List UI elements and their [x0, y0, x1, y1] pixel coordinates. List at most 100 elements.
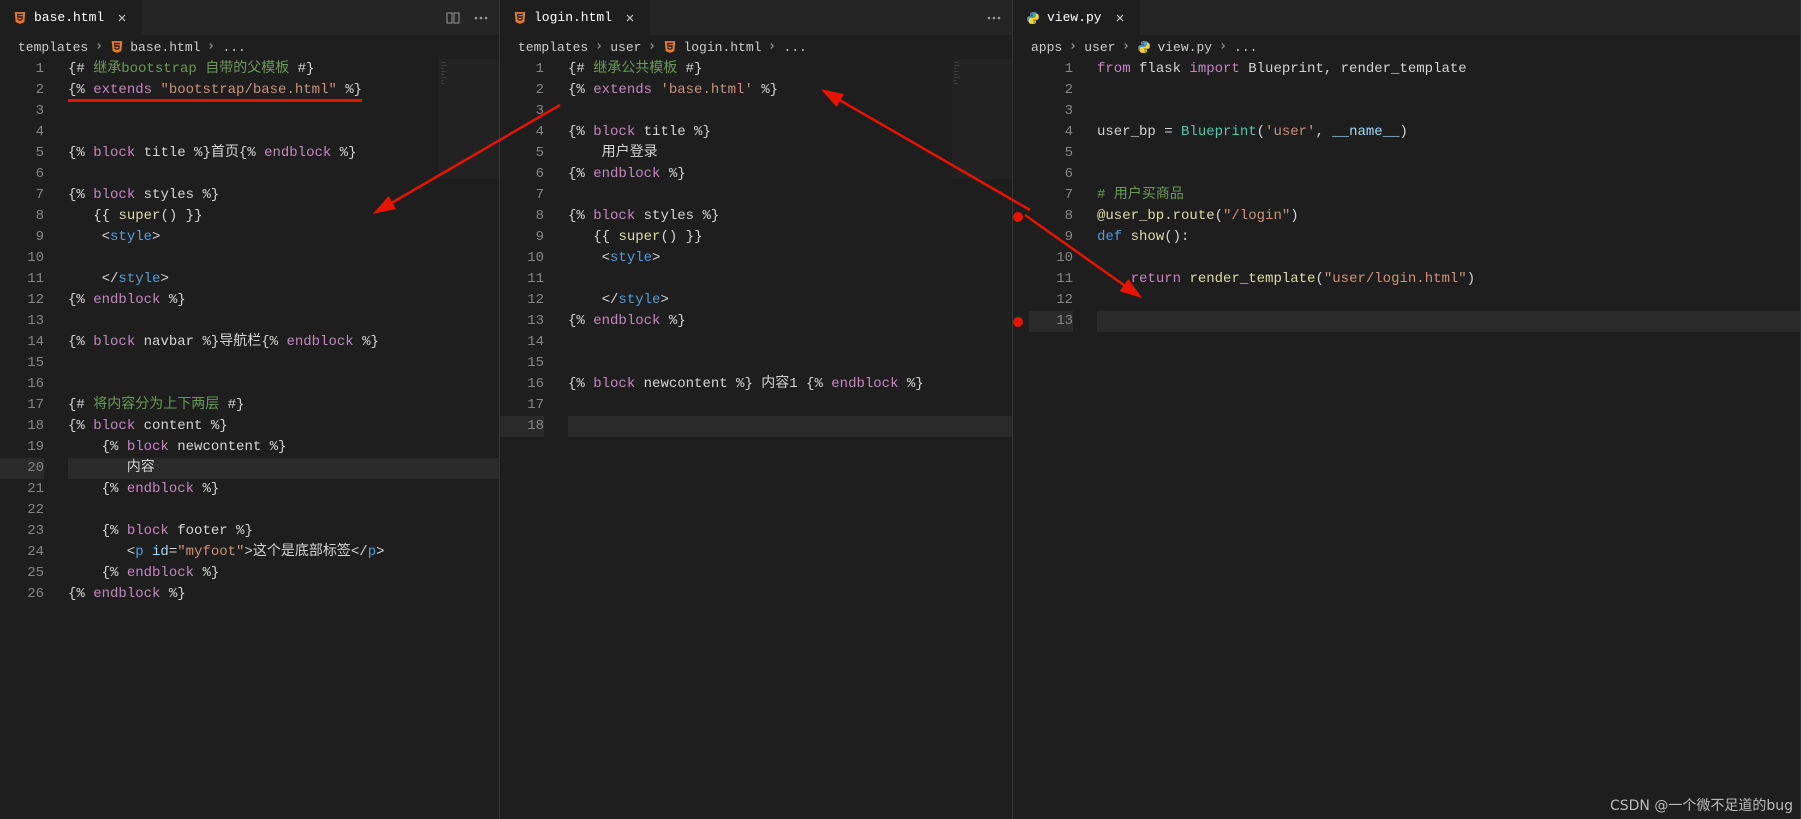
code-line[interactable] [568, 353, 1012, 374]
code-editor[interactable]: 12345678910111213from flask import Bluep… [1013, 59, 1800, 819]
code-line[interactable] [568, 185, 1012, 206]
breadcrumb-item[interactable]: login.html [683, 40, 761, 55]
code-line[interactable]: {% block footer %} [68, 521, 499, 542]
token: newcontent %} 内容1 {% [635, 376, 831, 392]
code-line[interactable]: {# 将内容分为上下两层 #} [68, 395, 499, 416]
breadcrumb-item[interactable]: templates [518, 40, 588, 55]
code-line[interactable]: {% block newcontent %} [68, 437, 499, 458]
code-content[interactable]: {# 继承公共模板 #}{% extends 'base.html' %} {% … [564, 59, 1012, 819]
code-line[interactable]: <p id="myfoot">这个是底部标签</p> [68, 542, 499, 563]
split-icon[interactable] [445, 10, 461, 26]
code-line[interactable]: {# 继承bootstrap 自带的父模板 #} [68, 59, 499, 80]
code-line[interactable]: {% block styles %} [568, 206, 1012, 227]
code-line[interactable]: {% block title %}首页{% endblock %} [68, 143, 499, 164]
close-icon[interactable] [114, 10, 130, 26]
code-content[interactable]: {# 继承bootstrap 自带的父模板 #}{% extends "boot… [64, 59, 499, 819]
code-line[interactable]: 内容 [68, 458, 499, 479]
more-icon[interactable] [986, 10, 1002, 26]
code-line[interactable] [1097, 101, 1800, 122]
code-line[interactable] [1097, 80, 1800, 101]
minimap[interactable]: ▬▬▬▬▬▬▬▬▬▬▬▬▬▬▬▬▬▬▬▬▬▬▬▬▬▬▬▬ [952, 59, 1012, 179]
code-line[interactable]: </style> [568, 290, 1012, 311]
tab-view-py[interactable]: view.py [1013, 0, 1141, 35]
code-line[interactable] [1097, 248, 1800, 269]
tab-base-html[interactable]: base.html [0, 0, 143, 35]
code-line[interactable]: {% block newcontent %} 内容1 {% endblock %… [568, 374, 1012, 395]
more-icon[interactable] [473, 10, 489, 26]
close-icon[interactable] [1112, 10, 1128, 26]
code-line[interactable]: {% endblock %} [68, 563, 499, 584]
breadcrumb-item[interactable]: templates [18, 40, 88, 55]
token: styles %} [135, 187, 219, 203]
breakpoint-gutter[interactable] [1013, 59, 1029, 819]
code-line[interactable] [68, 248, 499, 269]
code-line[interactable]: {% extends 'base.html' %} [568, 80, 1012, 101]
code-line[interactable] [568, 395, 1012, 416]
code-line[interactable]: {% extends "bootstrap/base.html" %} [68, 80, 499, 101]
code-line[interactable]: # 用户买商品 [1097, 185, 1800, 206]
breakpoint-dot[interactable] [1013, 317, 1023, 327]
token: {% [68, 187, 93, 203]
code-editor[interactable]: 123456789101112131415161718{# 继承公共模板 #}{… [500, 59, 1012, 819]
code-line[interactable] [68, 500, 499, 521]
code-line[interactable] [568, 101, 1012, 122]
breadcrumb[interactable]: templates base.html... [0, 35, 499, 59]
code-line[interactable]: 用户登录 [568, 143, 1012, 164]
code-line[interactable]: <style> [568, 248, 1012, 269]
code-line[interactable]: {% block navbar %}导航栏{% endblock %} [68, 332, 499, 353]
breadcrumb-item[interactable]: user [610, 40, 641, 55]
token: %} [194, 481, 219, 497]
code-line[interactable] [568, 269, 1012, 290]
code-line[interactable]: {% endblock %} [68, 479, 499, 500]
code-line[interactable] [68, 353, 499, 374]
code-line[interactable]: return render_template("user/login.html"… [1097, 269, 1800, 290]
code-line[interactable]: def show(): [1097, 227, 1800, 248]
breadcrumb-item[interactable]: ... [783, 40, 806, 55]
breakpoint-dot[interactable] [1013, 212, 1023, 222]
breadcrumb-item[interactable]: base.html [130, 40, 200, 55]
code-line[interactable] [1097, 311, 1800, 332]
breadcrumb[interactable]: apps user view.py... [1013, 35, 1800, 59]
code-line[interactable]: {% endblock %} [68, 584, 499, 605]
code-line[interactable]: {% endblock %} [568, 164, 1012, 185]
close-icon[interactable] [622, 10, 638, 26]
breadcrumb-item[interactable]: user [1084, 40, 1115, 55]
code-line[interactable] [68, 374, 499, 395]
code-line[interactable] [68, 101, 499, 122]
code-line[interactable]: {% endblock %} [68, 290, 499, 311]
code-line[interactable] [1097, 143, 1800, 164]
code-line[interactable]: from flask import Blueprint, render_temp… [1097, 59, 1800, 80]
minimap[interactable]: ▬▬▬▬▬▬▬▬▬▬▬▬▬▬▬▬▬▬▬▬▬▬▬▬▬▬▬▬ [439, 59, 499, 179]
code-line[interactable] [68, 122, 499, 143]
code-line[interactable]: {# 继承公共模板 #} [568, 59, 1012, 80]
code-line[interactable] [1097, 290, 1800, 311]
code-content[interactable]: from flask import Blueprint, render_temp… [1093, 59, 1800, 819]
code-line[interactable]: {{ super() }} [568, 227, 1012, 248]
breadcrumb-item[interactable]: apps [1031, 40, 1062, 55]
code-line[interactable]: {% block content %} [68, 416, 499, 437]
breadcrumb[interactable]: templates user login.html... [500, 35, 1012, 59]
token: Blueprint, render_template [1240, 61, 1467, 77]
tab-login-html[interactable]: login.html [500, 0, 651, 35]
code-line[interactable]: @user_bp.route("/login") [1097, 206, 1800, 227]
code-line[interactable] [568, 332, 1012, 353]
code-line[interactable]: user_bp = Blueprint('user', __name__) [1097, 122, 1800, 143]
breadcrumb-item[interactable]: view.py [1157, 40, 1212, 55]
code-line[interactable]: {{ super() }} [68, 206, 499, 227]
code-line[interactable]: {% block title %} [568, 122, 1012, 143]
code-line[interactable] [68, 164, 499, 185]
code-editor[interactable]: 1234567891011121314151617181920212223242… [0, 59, 499, 819]
line-number: 5 [500, 143, 544, 164]
breadcrumb-item[interactable]: ... [222, 40, 245, 55]
code-line[interactable] [68, 311, 499, 332]
code-line[interactable] [1097, 164, 1800, 185]
breadcrumb-item[interactable]: ... [1234, 40, 1257, 55]
token: ) [1400, 124, 1408, 140]
code-line[interactable]: {% endblock %} [568, 311, 1012, 332]
code-line[interactable] [568, 416, 1012, 437]
line-number-gutter: 12345678910111213 [1029, 59, 1093, 819]
token: < [68, 544, 135, 560]
code-line[interactable]: {% block styles %} [68, 185, 499, 206]
code-line[interactable]: <style> [68, 227, 499, 248]
code-line[interactable]: </style> [68, 269, 499, 290]
